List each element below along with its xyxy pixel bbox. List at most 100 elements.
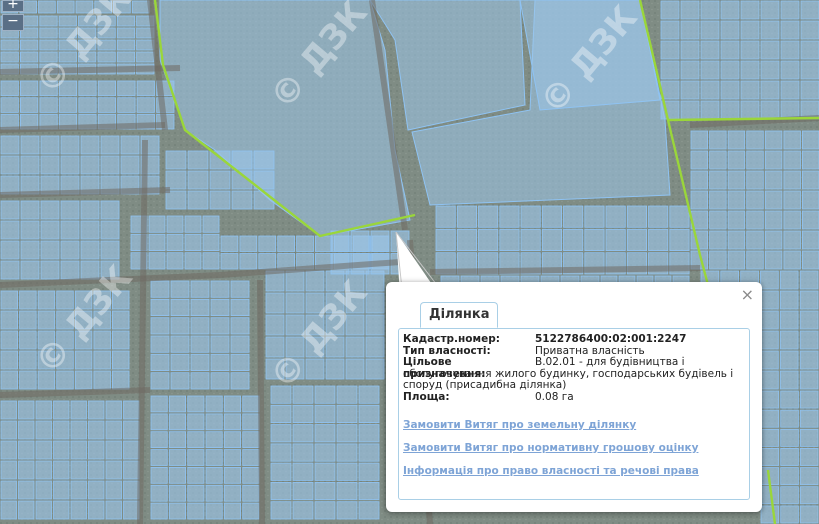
tab-parcel[interactable]: Ділянка	[420, 302, 499, 328]
zoom-control: + −	[2, 0, 24, 33]
land-parcel	[184, 252, 202, 270]
land-parcel	[210, 280, 230, 298]
land-parcel	[75, 0, 94, 14]
land-parcel	[780, 20, 800, 40]
land-parcel	[190, 317, 210, 335]
land-parcel	[802, 230, 819, 250]
zoom-out-button[interactable]: −	[2, 14, 24, 31]
land-parcel	[760, 40, 780, 60]
land-parcel	[799, 290, 819, 310]
land-parcel	[202, 215, 220, 233]
land-parcel	[680, 20, 700, 40]
land-parcel	[314, 404, 336, 423]
land-parcel	[170, 372, 190, 390]
land-parcel	[53, 420, 70, 440]
land-parcel	[746, 190, 764, 210]
land-parcel	[19, 97, 39, 113]
land-parcel	[209, 150, 231, 170]
land-parcel	[148, 233, 166, 252]
land-parcel	[0, 135, 20, 155]
land-parcel	[0, 370, 19, 390]
land-parcel	[746, 150, 764, 170]
land-parcel	[0, 97, 19, 113]
land-parcel	[680, 0, 700, 20]
land-parcel	[799, 447, 819, 466]
order-extract-link[interactable]: Замовити Витяг про земельну ділянку	[403, 419, 699, 431]
land-parcel	[0, 155, 20, 175]
land-parcel	[258, 235, 277, 252]
land-parcel	[680, 60, 700, 80]
land-parcel	[20, 240, 40, 260]
land-parcel	[40, 200, 60, 220]
land-parcel	[78, 51, 97, 63]
close-icon[interactable]: ×	[741, 286, 754, 304]
ownership-info-link[interactable]: Інформація про право власності та речові…	[403, 465, 699, 477]
land-parcel	[325, 358, 345, 380]
land-parcel	[760, 428, 780, 447]
land-parcel	[242, 431, 260, 449]
land-parcel	[40, 135, 60, 155]
land-parcel	[740, 0, 760, 20]
land-parcel	[541, 205, 562, 228]
land-parcel	[270, 424, 292, 443]
land-parcel	[190, 335, 210, 353]
land-parcel	[205, 502, 223, 520]
land-parcel	[760, 80, 780, 100]
land-parcel	[78, 15, 97, 27]
land-parcel	[105, 500, 122, 520]
land-parcel	[779, 270, 799, 290]
land-parcel	[187, 170, 209, 190]
land-parcel	[120, 135, 140, 155]
land-parcel	[18, 500, 35, 520]
land-parcel	[709, 190, 727, 210]
land-parcel	[40, 260, 60, 280]
land-parcel	[242, 395, 260, 413]
land-parcel	[764, 210, 783, 230]
land-parcel	[780, 447, 799, 466]
order-valuation-link[interactable]: Замовити Витяг про нормативну грошову оц…	[403, 442, 699, 454]
land-parcel	[94, 0, 113, 14]
land-parcel	[270, 481, 292, 501]
land-parcel	[202, 233, 220, 252]
land-parcel	[746, 130, 764, 150]
land-parcel	[285, 292, 305, 314]
land-parcel	[0, 39, 19, 51]
land-parcel	[720, 0, 740, 20]
land-parcel	[305, 292, 325, 314]
land-parcel	[187, 502, 205, 520]
land-parcel	[0, 260, 20, 280]
land-parcel	[60, 220, 80, 240]
land-parcel	[709, 170, 727, 190]
land-parcel	[112, 370, 130, 390]
land-parcel	[74, 350, 93, 370]
land-parcel	[800, 20, 819, 40]
land-parcel	[58, 15, 77, 27]
land-parcel	[18, 400, 35, 420]
zoom-in-button[interactable]: +	[2, 0, 24, 12]
land-parcel	[100, 260, 120, 280]
land-parcel	[336, 462, 358, 481]
land-parcel	[799, 330, 819, 350]
land-parcel	[150, 466, 168, 484]
land-parcel	[116, 27, 136, 39]
land-parcel	[223, 466, 242, 484]
land-parcel	[358, 385, 380, 404]
land-parcel	[239, 253, 258, 270]
land-parcel	[709, 150, 727, 170]
land-parcel	[93, 290, 111, 310]
land-parcel	[390, 230, 410, 252]
land-parcel	[760, 0, 780, 20]
land-parcel	[799, 310, 819, 330]
land-parcel	[223, 413, 242, 431]
land-parcel	[113, 0, 131, 14]
land-parcel	[783, 130, 801, 150]
land-parcel	[168, 502, 187, 520]
land-parcel	[18, 420, 35, 440]
land-parcel	[210, 298, 230, 316]
land-parcel	[93, 310, 111, 330]
land-parcel	[700, 60, 720, 80]
land-parcel	[358, 424, 380, 443]
land-parcel	[660, 0, 680, 20]
land-parcel	[20, 155, 40, 175]
land-parcel	[720, 40, 740, 60]
